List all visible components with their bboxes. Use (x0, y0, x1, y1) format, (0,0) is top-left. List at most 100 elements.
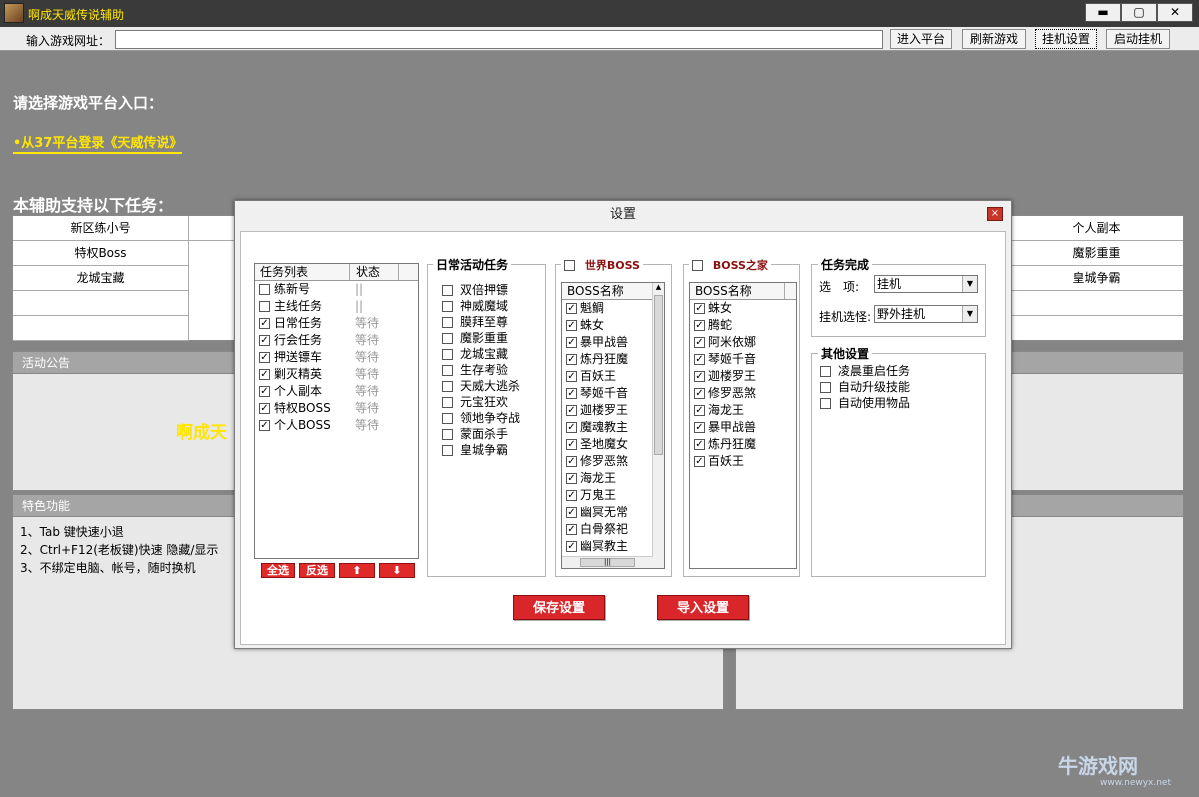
boss-home-item-checkbox[interactable] (694, 388, 705, 399)
task-checkbox[interactable] (259, 386, 270, 397)
boss-home-item-checkbox[interactable] (694, 456, 705, 467)
hscroll-thumb[interactable]: ||| (580, 558, 635, 567)
world-boss-item-checkbox[interactable] (566, 456, 577, 467)
save-settings-button[interactable]: 保存设置 (513, 595, 605, 620)
boss-home-checkbox[interactable] (692, 260, 703, 271)
enter-platform-button[interactable]: 进入平台 (890, 29, 952, 49)
maximize-button[interactable]: ▢ (1121, 3, 1157, 22)
daily-activity-checkbox[interactable] (442, 413, 453, 424)
select-all-button[interactable]: 全选 (261, 563, 295, 578)
daily-activity-item[interactable]: 皇城争霸 (442, 442, 520, 458)
world-boss-hscroll[interactable]: ||| (562, 556, 653, 568)
afk-settings-button[interactable]: 挂机设置 (1035, 29, 1097, 49)
world-boss-item[interactable]: 炼丹狂魔 (562, 351, 653, 368)
other-setting-item[interactable]: 凌晨重启任务 (820, 363, 910, 379)
world-boss-item[interactable]: 海龙王 (562, 470, 653, 487)
game-url-input[interactable] (115, 30, 883, 49)
world-boss-item[interactable]: 迦楼罗王 (562, 402, 653, 419)
move-up-button[interactable]: ⬆ (339, 563, 375, 578)
world-boss-item-checkbox[interactable] (566, 507, 577, 518)
scroll-thumb[interactable] (654, 295, 663, 455)
task-checkbox[interactable] (259, 352, 270, 363)
world-boss-item-checkbox[interactable] (566, 405, 577, 416)
task-checkbox[interactable] (259, 369, 270, 380)
daily-activity-checkbox[interactable] (442, 333, 453, 344)
boss-home-item-checkbox[interactable] (694, 303, 705, 314)
task-list-row[interactable]: 主线任务 || (255, 298, 418, 315)
task-list-row[interactable]: 个人BOSS 等待 (255, 417, 418, 434)
minimize-button[interactable]: ▬ (1085, 3, 1121, 22)
boss-home-item[interactable]: 腾蛇 (690, 317, 796, 334)
world-boss-item[interactable]: 琴姬千音 (562, 385, 653, 402)
daily-activity-item[interactable]: 领地争夺战 (442, 410, 520, 426)
world-boss-item[interactable]: 蛛女 (562, 317, 653, 334)
task-list-row[interactable]: 押送镖车 等待 (255, 349, 418, 366)
chevron-down-icon[interactable]: ▼ (962, 306, 977, 322)
boss-home-item-checkbox[interactable] (694, 405, 705, 416)
world-boss-item-checkbox[interactable] (566, 303, 577, 314)
daily-activity-item[interactable]: 生存考验 (442, 362, 520, 378)
daily-activity-checkbox[interactable] (442, 397, 453, 408)
boss-home-item[interactable]: 海龙王 (690, 402, 796, 419)
world-boss-item[interactable]: 圣地魔女 (562, 436, 653, 453)
import-settings-button[interactable]: 导入设置 (657, 595, 749, 620)
daily-activity-checkbox[interactable] (442, 445, 453, 456)
daily-activity-checkbox[interactable] (442, 317, 453, 328)
world-boss-item[interactable]: 万鬼王 (562, 487, 653, 504)
boss-home-item[interactable]: 百妖王 (690, 453, 796, 470)
boss-home-item-checkbox[interactable] (694, 320, 705, 331)
boss-home-item-checkbox[interactable] (694, 354, 705, 365)
invert-select-button[interactable]: 反选 (299, 563, 335, 578)
boss-home-item[interactable]: 暴甲战兽 (690, 419, 796, 436)
boss-home-list[interactable]: BOSS名称 蛛女腾蛇阿米依娜琴姬千音迦楼罗王修罗恶煞海龙王暴甲战兽炼丹狂魔百妖… (689, 282, 797, 569)
world-boss-item[interactable]: 百妖王 (562, 368, 653, 385)
boss-home-item[interactable]: 阿米依娜 (690, 334, 796, 351)
daily-activity-item[interactable]: 天威大逃杀 (442, 378, 520, 394)
world-boss-item[interactable]: 白骨祭祀 (562, 521, 653, 538)
move-down-button[interactable]: ⬇ (379, 563, 415, 578)
daily-activity-checkbox[interactable] (442, 349, 453, 360)
boss-home-item-checkbox[interactable] (694, 422, 705, 433)
world-boss-item[interactable]: 修罗恶煞 (562, 453, 653, 470)
boss-home-item-checkbox[interactable] (694, 439, 705, 450)
other-setting-checkbox[interactable] (820, 398, 831, 409)
platform-37-link[interactable]: •从37平台登录《天威传说》 (13, 132, 183, 154)
task-checkbox[interactable] (259, 284, 270, 295)
task-list-row[interactable]: 特权BOSS 等待 (255, 400, 418, 417)
world-boss-item-checkbox[interactable] (566, 541, 577, 552)
daily-activity-checkbox[interactable] (442, 429, 453, 440)
task-list[interactable]: 任务列表 状态 练新号||主线任务||日常任务等待行会任务等待押送镖车等待剿灭精… (254, 263, 419, 559)
world-boss-vscroll[interactable]: ▲ (652, 283, 664, 568)
daily-activity-item[interactable]: 神威魔域 (442, 298, 520, 314)
world-boss-item-checkbox[interactable] (566, 320, 577, 331)
boss-home-item[interactable]: 迦楼罗王 (690, 368, 796, 385)
task-checkbox[interactable] (259, 403, 270, 414)
task-list-row[interactable]: 个人副本 等待 (255, 383, 418, 400)
dialog-close-icon[interactable]: × (987, 207, 1003, 221)
daily-activity-item[interactable]: 魔影重重 (442, 330, 520, 346)
daily-activity-checkbox[interactable] (442, 381, 453, 392)
daily-activity-item[interactable]: 龙城宝藏 (442, 346, 520, 362)
scroll-up-icon[interactable]: ▲ (653, 283, 664, 293)
daily-activity-checkbox[interactable] (442, 365, 453, 376)
task-checkbox[interactable] (259, 318, 270, 329)
task-list-row[interactable]: 行会任务 等待 (255, 332, 418, 349)
daily-activity-checkbox[interactable] (442, 301, 453, 312)
task-checkbox[interactable] (259, 301, 270, 312)
other-setting-item[interactable]: 自动使用物品 (820, 395, 910, 411)
world-boss-list[interactable]: BOSS名称 魁鲷蛛女暴甲战兽炼丹狂魔百妖王琴姬千音迦楼罗王魔魂教主圣地魔女修罗… (561, 282, 665, 569)
world-boss-item-checkbox[interactable] (566, 388, 577, 399)
other-setting-checkbox[interactable] (820, 366, 831, 377)
task-checkbox[interactable] (259, 420, 270, 431)
daily-activity-item[interactable]: 膜拜至尊 (442, 314, 520, 330)
daily-activity-item[interactable]: 双倍押镖 (442, 282, 520, 298)
chevron-down-icon[interactable]: ▼ (962, 276, 977, 292)
world-boss-item-checkbox[interactable] (566, 422, 577, 433)
world-boss-item-checkbox[interactable] (566, 473, 577, 484)
boss-home-item[interactable]: 炼丹狂魔 (690, 436, 796, 453)
boss-home-item-checkbox[interactable] (694, 371, 705, 382)
task-list-row[interactable]: 日常任务 等待 (255, 315, 418, 332)
option-select[interactable]: 挂机 ▼ (874, 275, 978, 293)
world-boss-item-checkbox[interactable] (566, 354, 577, 365)
mob-select[interactable]: 野外挂机 ▼ (874, 305, 978, 323)
